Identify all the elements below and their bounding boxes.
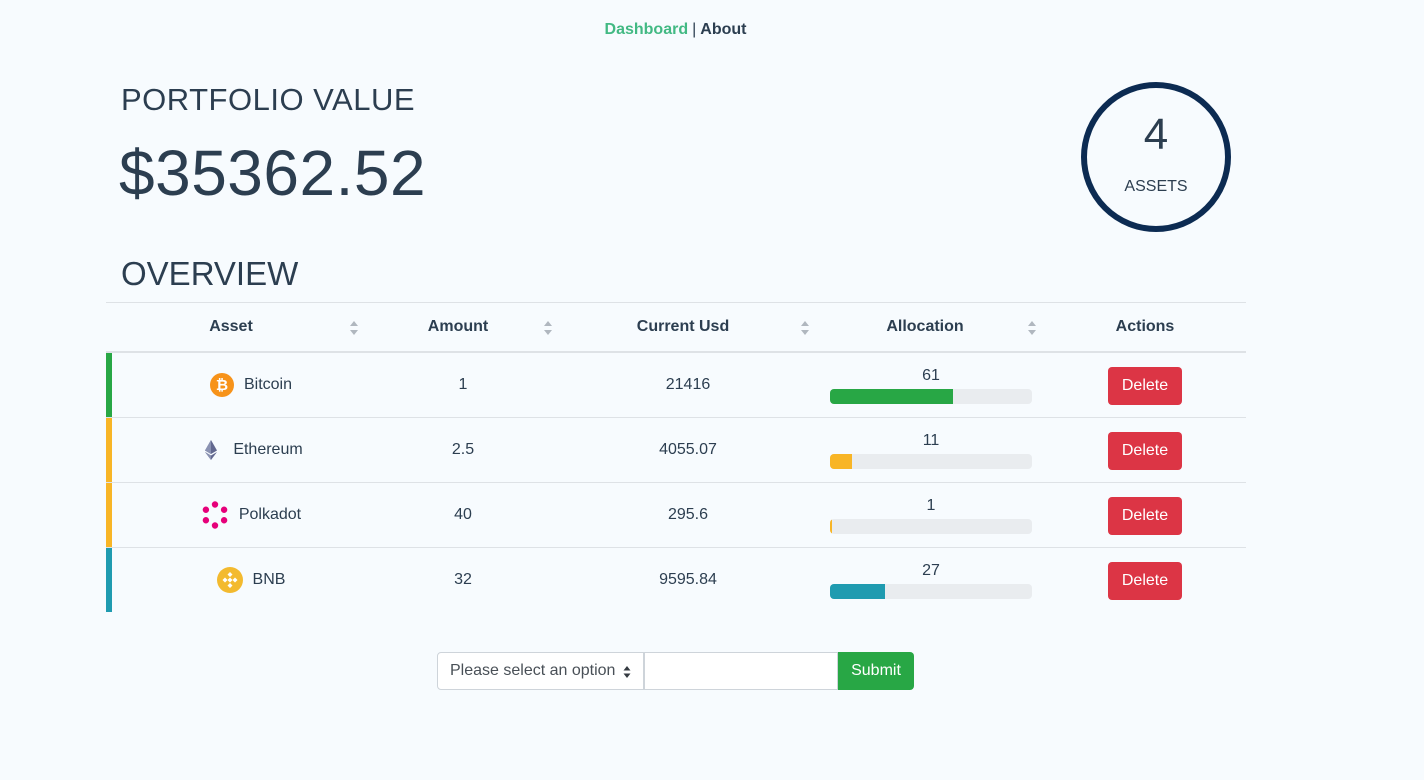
delete-button[interactable]: Delete (1108, 367, 1182, 405)
header-asset[interactable]: Asset (166, 303, 296, 351)
table-row: Ethereum 2.5 4055.07 11 Delete (106, 418, 1246, 483)
amount-input[interactable] (644, 652, 838, 690)
current-usd-cell: 9595.84 (659, 571, 717, 588)
row-accent-bar (106, 483, 112, 547)
amount-cell: 1 (458, 376, 468, 393)
allocation-value: 1 (926, 497, 936, 514)
sort-icon[interactable] (543, 320, 553, 336)
allocation-cell: 61 (830, 353, 1032, 417)
asset-cell: BNB (146, 548, 356, 612)
assets-count-circle: 4 ASSETS (1081, 82, 1231, 232)
bitcoin-icon: ₿ (209, 373, 234, 397)
asset-cell: Ethereum (146, 418, 356, 482)
allocation-value: 11 (922, 432, 940, 449)
sort-icon[interactable] (349, 320, 359, 336)
allocation-value: 27 (922, 562, 940, 579)
nav-link-about[interactable]: About (700, 21, 746, 38)
app-root: Dashboard | About PORTFOLIO VALUE $35362.5… (0, 0, 1424, 780)
table-header: Asset Amount Current Usd Allocation Acti… (106, 303, 1246, 353)
asset-name: Ethereum (233, 441, 303, 458)
allocation-cell: 27 (830, 548, 1032, 612)
assets-table: Asset Amount Current Usd Allocation Acti… (106, 302, 1246, 612)
amount-cell: 2.5 (451, 441, 475, 458)
nav-link-dashboard[interactable]: Dashboard (605, 21, 689, 38)
portfolio-value-amount: $35362.52 (119, 137, 427, 209)
progress-fill (830, 584, 885, 599)
asset-name: BNB (252, 571, 286, 588)
table-row: Polkadot 40 295.6 1 Delete (106, 483, 1246, 548)
allocation-progress (830, 584, 1032, 599)
header-allocation[interactable]: Allocation (860, 303, 990, 351)
row-accent-bar (106, 418, 112, 482)
portfolio-value-title: PORTFOLIO VALUE (121, 82, 416, 117)
allocation-progress (830, 519, 1032, 534)
delete-button[interactable]: Delete (1108, 497, 1182, 535)
delete-button[interactable]: Delete (1108, 432, 1182, 470)
allocation-cell: 11 (830, 418, 1032, 482)
top-nav: Dashboard | About (0, 21, 1351, 39)
select-caret-icon (623, 666, 631, 678)
header-current-usd[interactable]: Current Usd (613, 303, 753, 351)
amount-cell: 32 (454, 571, 472, 588)
actions-cell: Delete (1108, 418, 1182, 482)
current-usd-cell: 295.6 (667, 506, 709, 523)
delete-button[interactable]: Delete (1108, 562, 1182, 600)
allocation-cell: 1 (830, 483, 1032, 547)
ethereum-icon (205, 440, 218, 460)
current-usd-cell: 4055.07 (659, 441, 717, 458)
assets-count: 4 (1143, 110, 1169, 159)
allocation-progress (830, 454, 1032, 469)
allocation-value: 61 (922, 367, 940, 384)
submit-button[interactable]: Submit (838, 652, 914, 690)
asset-cell: ₿ Bitcoin (146, 353, 356, 417)
header-amount[interactable]: Amount (398, 303, 518, 351)
amount-cell: 40 (454, 506, 472, 523)
asset-cell: Polkadot (146, 483, 356, 547)
table-body: ₿ Bitcoin 1 21416 61 Delete Ethereum 2.5… (106, 353, 1246, 612)
actions-cell: Delete (1108, 483, 1182, 547)
assets-label: ASSETS (1124, 178, 1188, 195)
nav-separator: | (692, 21, 697, 38)
row-accent-bar (106, 353, 112, 417)
table-row: BNB 32 9595.84 27 Delete (106, 548, 1246, 612)
row-accent-bar (106, 548, 112, 612)
sort-icon[interactable] (1027, 320, 1037, 336)
sort-icon[interactable] (800, 320, 810, 336)
asset-select[interactable]: Please select an option (437, 652, 644, 690)
current-usd-cell: 21416 (665, 376, 711, 393)
progress-fill (830, 454, 853, 469)
header-actions: Actions (1115, 318, 1175, 335)
polkadot-icon (202, 501, 228, 529)
actions-cell: Delete (1108, 353, 1182, 417)
table-row: ₿ Bitcoin 1 21416 61 Delete (106, 353, 1246, 418)
allocation-progress (830, 389, 1032, 404)
actions-cell: Delete (1108, 548, 1182, 612)
asset-name: Bitcoin (243, 376, 293, 393)
asset-name: Polkadot (238, 506, 302, 523)
progress-fill (830, 519, 833, 534)
svg-text:₿: ₿ (216, 377, 228, 394)
asset-select-value: Please select an option (450, 662, 616, 679)
overview-title: OVERVIEW (121, 255, 299, 292)
bnb-icon (216, 567, 243, 593)
progress-fill (830, 389, 954, 404)
